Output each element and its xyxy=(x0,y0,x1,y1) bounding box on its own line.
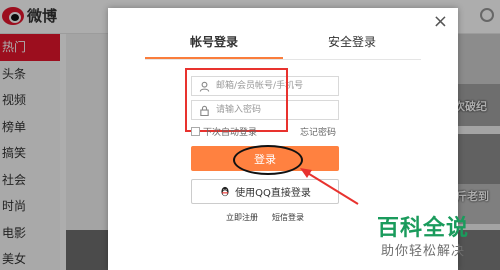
tab-secure-login[interactable]: 安全登录 xyxy=(283,30,421,59)
password-input[interactable] xyxy=(216,102,338,118)
user-icon xyxy=(196,78,212,94)
remember-label: 下次自动登录 xyxy=(203,128,258,138)
bottom-links: 立即注册 短信登录 xyxy=(226,212,304,223)
remember-checkbox[interactable] xyxy=(191,127,200,136)
remember-me[interactable]: 下次自动登录 xyxy=(191,125,257,138)
password-field[interactable] xyxy=(191,100,339,120)
sms-login-link[interactable]: 短信登录 xyxy=(272,212,304,223)
close-icon[interactable]: × xyxy=(433,12,448,32)
login-tabs: 帐号登录 安全登录 xyxy=(145,30,421,60)
forgot-password-link[interactable]: 忘记密码 xyxy=(300,125,336,138)
username-input[interactable] xyxy=(216,78,338,94)
tab-account-login[interactable]: 帐号登录 xyxy=(145,30,283,59)
qq-login-button[interactable]: 使用QQ直接登录 xyxy=(191,179,339,204)
qq-icon xyxy=(219,186,231,198)
qq-login-label: 使用QQ直接登录 xyxy=(235,188,311,199)
lock-icon xyxy=(196,102,212,118)
login-button[interactable]: 登录 xyxy=(191,146,339,171)
register-link[interactable]: 立即注册 xyxy=(226,212,258,223)
username-field[interactable] xyxy=(191,76,339,96)
watermark-subtitle: 助你轻松解决 xyxy=(381,244,466,259)
watermark-title: 百科全说 xyxy=(377,216,470,241)
